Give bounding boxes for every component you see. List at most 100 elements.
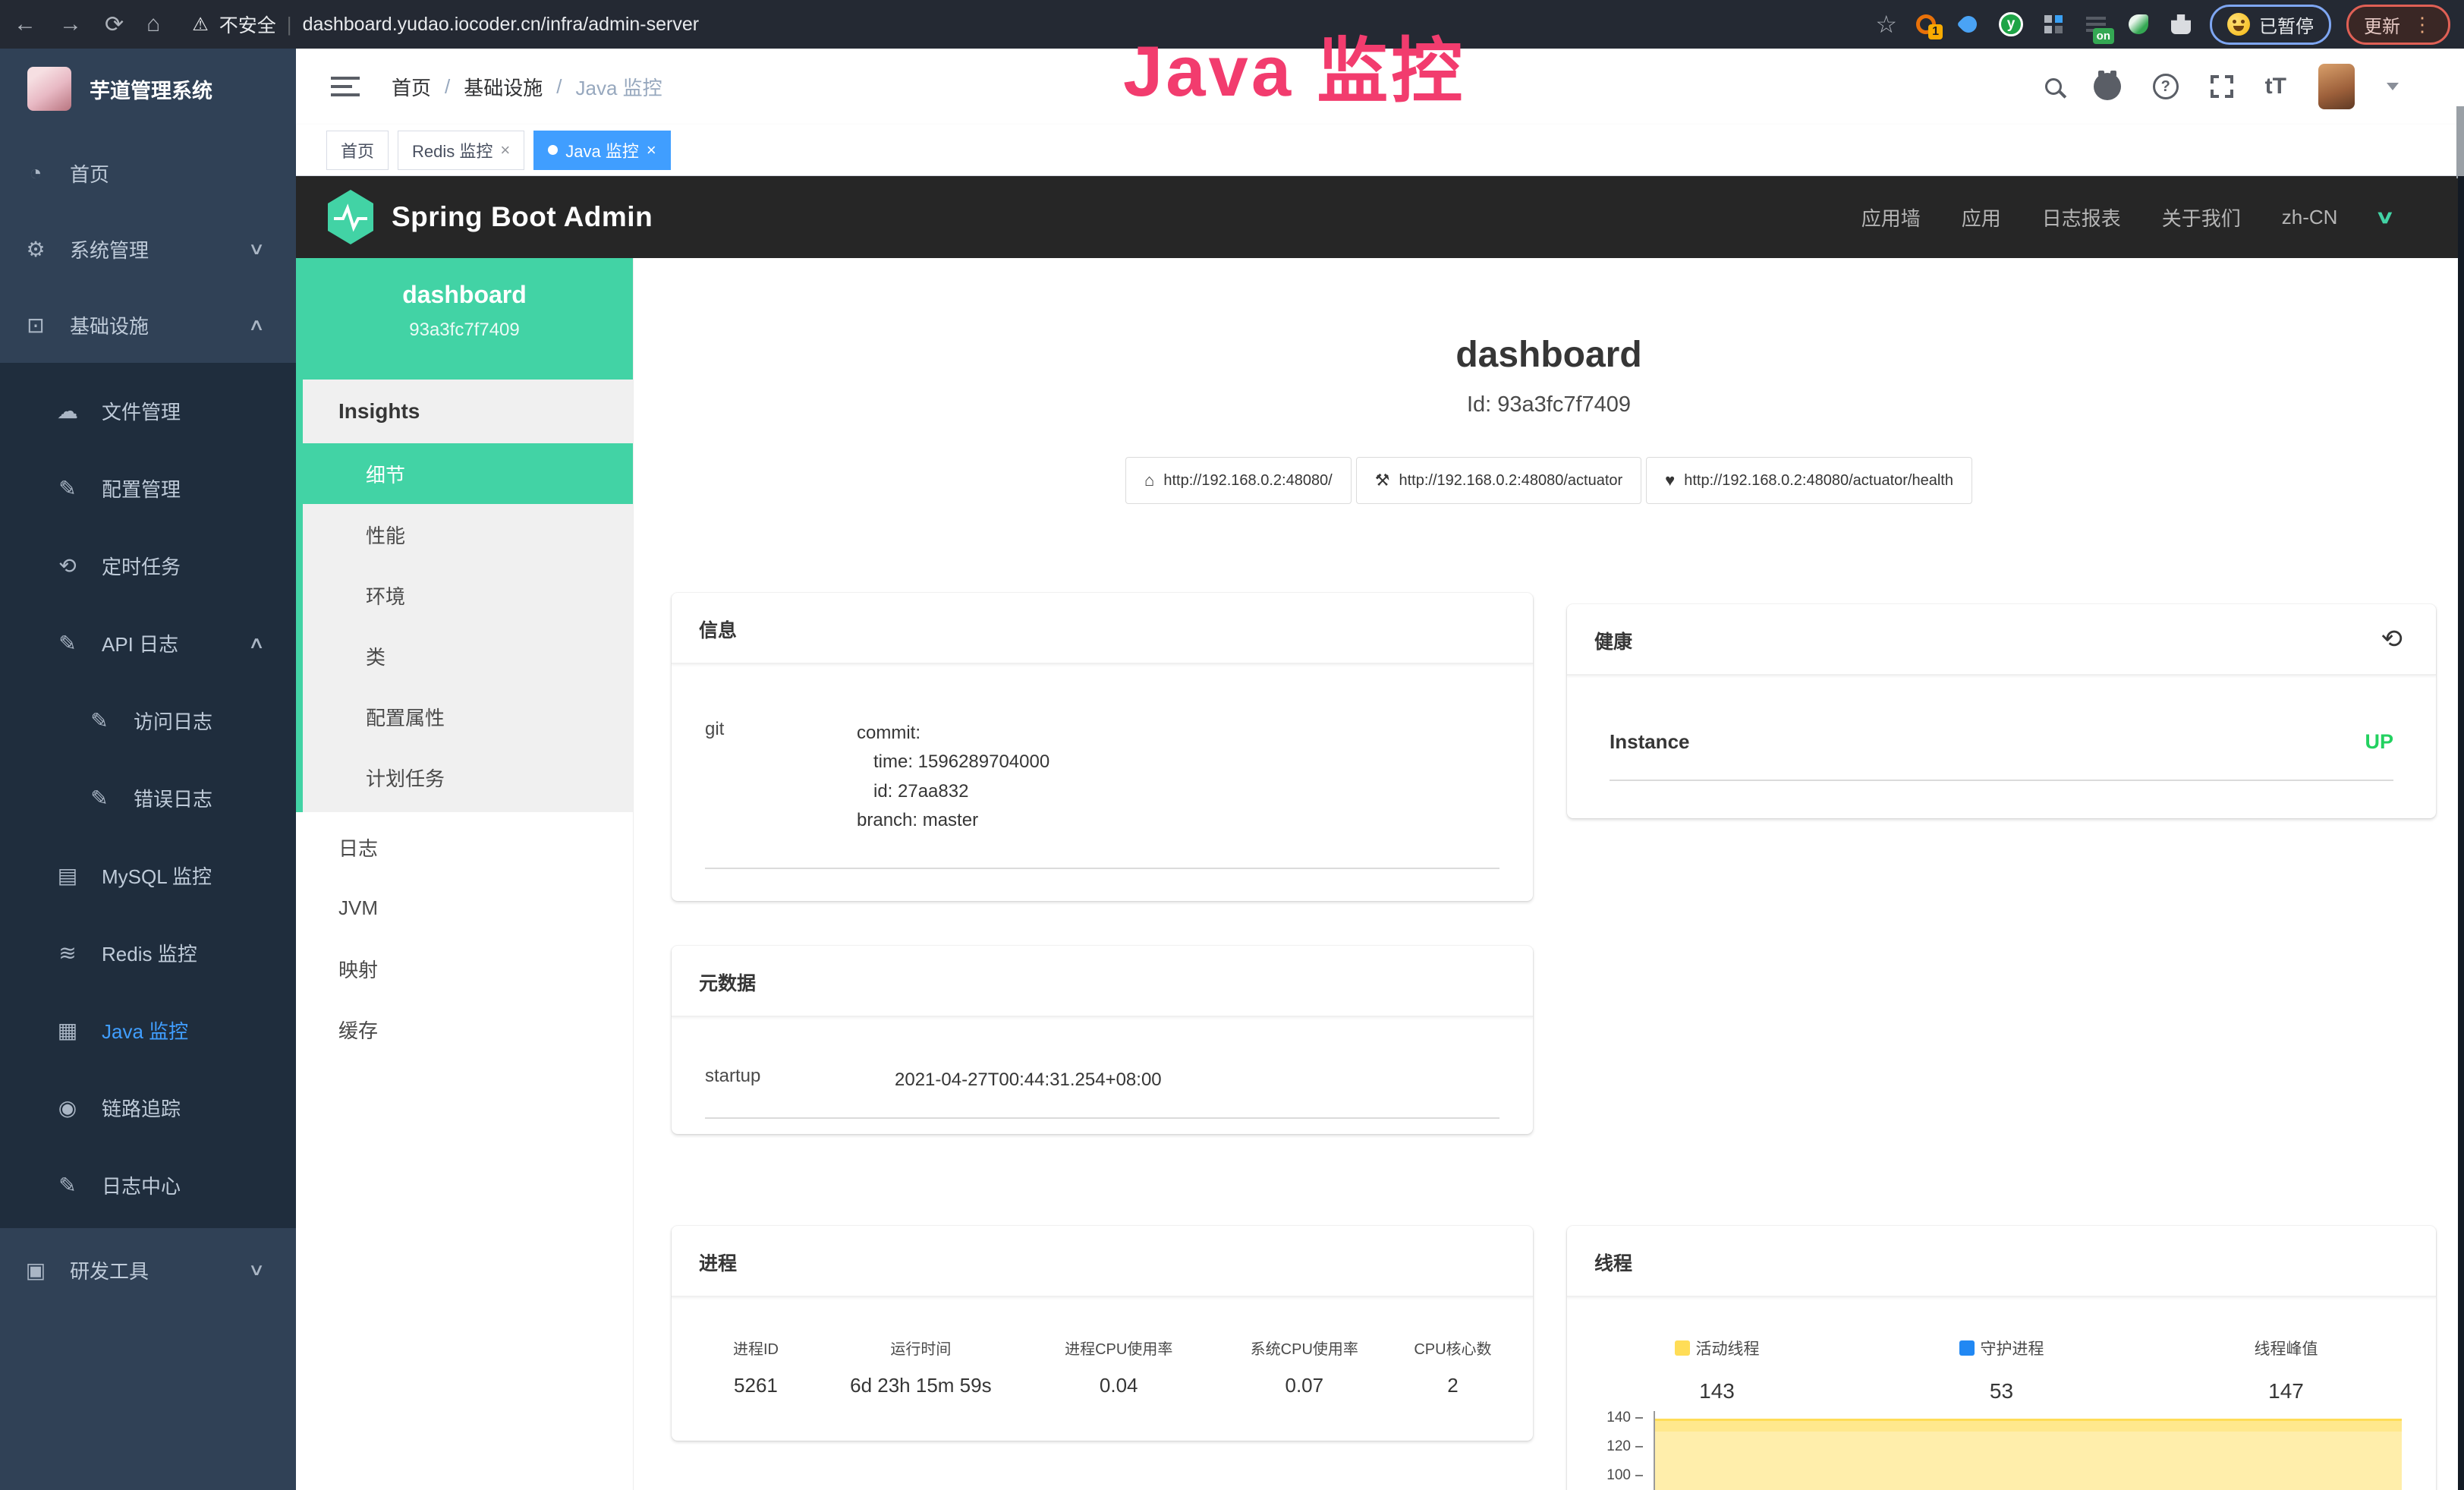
sba-nav-about[interactable]: 关于我们 (2162, 203, 2241, 232)
spring-boot-admin-logo-icon (326, 190, 375, 244)
not-secure-label[interactable]: 不安全 (219, 11, 276, 38)
sidebar-item-redis-monitor[interactable]: ≋ Redis 监控 (0, 914, 296, 991)
sidebar-item-home[interactable]: ◔ 首页 (0, 135, 296, 211)
sba-menu-scheduled-tasks[interactable]: 计划任务 (296, 747, 633, 808)
sidebar-item-java-monitor[interactable]: ▦ Java 监控 (0, 991, 296, 1069)
service-url-button[interactable]: ⌂ http://192.168.0.2:48080/ (1125, 457, 1352, 504)
help-icon[interactable]: ? (2153, 74, 2179, 99)
window-edge (2458, 176, 2464, 1490)
health-instance-row: Instance UP (1567, 676, 2436, 754)
cloud-upload-icon: ☁ (55, 398, 80, 424)
tab-redis-monitor[interactable]: Redis 监控 × (398, 131, 524, 170)
extension-pin-icon[interactable] (1955, 11, 1982, 38)
browser-forward-icon[interactable]: → (59, 11, 82, 37)
sba-root-menu: 日志 JVM 映射 缓存 (296, 812, 633, 1060)
extension-oneclick-icon[interactable]: 1 (1912, 11, 1940, 38)
sba-menu-classes[interactable]: 类 (296, 625, 633, 686)
breadcrumb-home[interactable]: 首页 (392, 73, 431, 101)
sidebar-item-error-logs[interactable]: ✎ 错误日志 (0, 759, 296, 836)
sidebar-item-log-center[interactable]: ✎ 日志中心 (0, 1146, 296, 1224)
extension-puzzle-icon[interactable] (2167, 11, 2195, 38)
sidebar-item-system[interactable]: ⚙ 系统管理 ∨ (0, 211, 296, 287)
process-card: 进程 进程ID 运行时间 进程CPU使用率 系统CPU使用率 CPU核心数 52… (672, 1226, 1533, 1441)
extension-on-icon[interactable]: on (2082, 11, 2110, 38)
sidebar-collapse-icon[interactable] (331, 75, 360, 98)
sba-nav-applications[interactable]: 应用 (1962, 203, 2001, 232)
legend-daemon-threads: 守护进程 (1959, 1337, 2044, 1359)
bookmark-star-icon[interactable]: ☆ (1875, 10, 1897, 39)
sba-menu-metrics[interactable]: 性能 (296, 504, 633, 565)
extension-leaf-icon[interactable] (2125, 11, 2152, 38)
wrench-icon: ⚒ (1375, 471, 1390, 490)
sidebar-item-api-logs[interactable]: ✎ API 日志 ∧ (0, 604, 296, 682)
update-label: 更新 (2364, 11, 2400, 38)
app-logo[interactable]: 芋道管理系统 (0, 49, 296, 129)
sidebar-item-file-management[interactable]: ☁ 文件管理 (0, 372, 296, 449)
user-avatar[interactable] (2318, 64, 2355, 109)
sba-menu-logs[interactable]: 日志 (296, 817, 633, 877)
extension-y-icon[interactable]: y (1997, 11, 2025, 38)
git-info-row: git commit: time: 1596289704000 id: 27aa… (672, 664, 1533, 836)
sba-brand-title: Spring Boot Admin (392, 201, 653, 233)
tab-java-monitor[interactable]: Java 监控 × (533, 131, 670, 170)
health-history-icon[interactable]: ⟲ (2381, 624, 2403, 654)
browser-update-button[interactable]: 更新 ⋮ (2346, 5, 2450, 45)
not-secure-warning-icon: ⚠ (192, 14, 209, 36)
briefcase-icon: ▣ (23, 1258, 49, 1283)
health-url-button[interactable]: ♥ http://192.168.0.2:48080/actuator/heal… (1646, 457, 1972, 504)
extension-grid-icon[interactable] (2040, 11, 2067, 38)
avatar-caret-down-icon[interactable] (2387, 83, 2399, 90)
threads-card: 线程 活动线程 守护进程 线程峰值 143 53 147 (1567, 1226, 2436, 1490)
browser-menu-icon[interactable]: ⋮ (2412, 13, 2433, 36)
sba-nav-journal[interactable]: 日志报表 (2042, 203, 2121, 232)
sba-menu-caches[interactable]: 缓存 (296, 999, 633, 1060)
sidebar-item-tracing[interactable]: ◉ 链路追踪 (0, 1069, 296, 1146)
sba-menu-mappings[interactable]: 映射 (296, 938, 633, 999)
sidebar-item-dev-tools[interactable]: ▣ 研发工具 ∨ (0, 1228, 296, 1312)
browser-back-icon[interactable]: ← (14, 11, 36, 37)
sba-menu-environment[interactable]: 环境 (296, 565, 633, 625)
browser-home-icon[interactable]: ⌂ (146, 11, 160, 37)
sidebar-item-mysql-monitor[interactable]: ▤ MySQL 监控 (0, 836, 296, 914)
locale-chevron-down-icon[interactable]: ∨ (2375, 206, 2395, 228)
process-col-cores: CPU核心数 (1391, 1337, 1515, 1359)
info-card-title: 信息 (672, 593, 1533, 664)
sba-menu-config-props[interactable]: 配置属性 (296, 686, 633, 747)
process-col-uptime: 运行时间 (822, 1337, 1020, 1359)
sidebar-item-infrastructure[interactable]: ⊡ 基础设施 ∧ (0, 287, 296, 363)
tab-home[interactable]: 首页 (326, 131, 389, 170)
sba-brand[interactable]: Spring Boot Admin (326, 190, 653, 244)
threads-values: 143 53 147 (1567, 1359, 2436, 1403)
sba-menu-details[interactable]: 细节 (296, 443, 633, 504)
chevron-up-icon: ∧ (248, 315, 266, 335)
sba-nav-wallboard[interactable]: 应用墙 (1861, 203, 1921, 232)
close-icon[interactable]: × (500, 140, 510, 160)
sidebar-item-config-management[interactable]: ✎ 配置管理 (0, 449, 296, 527)
paused-profile-chip[interactable]: 已暂停 (2210, 5, 2331, 45)
scrollbar-thumb[interactable] (2456, 106, 2464, 178)
url-text[interactable]: dashboard.yudao.iocoder.cn/infra/admin-s… (303, 14, 700, 36)
system-cpu-value: 0.07 (1218, 1374, 1391, 1397)
sba-instance-header[interactable]: dashboard 93a3fc7f7409 (296, 258, 633, 380)
breadcrumb-infrastructure[interactable]: 基础设施 (464, 73, 543, 101)
sba-locale-select[interactable]: zh-CN (2282, 206, 2338, 229)
github-icon[interactable] (2094, 73, 2121, 100)
gear-icon: ⚙ (23, 237, 49, 262)
close-icon[interactable]: × (647, 140, 656, 160)
row-divider (1610, 780, 2393, 781)
main-sidebar: 芋道管理系统 ◔ 首页 ⚙ 系统管理 ∨ ⊡ 基础设施 ∧ ☁ 文件管理 (0, 49, 296, 1490)
browser-reload-icon[interactable]: ⟳ (105, 11, 124, 38)
sidebar-submenu-infrastructure: ☁ 文件管理 ✎ 配置管理 ⟲ 定时任务 ✎ API 日志 ∧ ✎ (0, 363, 296, 1228)
chevron-up-icon: ∧ (248, 633, 266, 653)
threads-card-title: 线程 (1567, 1226, 2436, 1297)
sidebar-item-access-logs[interactable]: ✎ 访问日志 (0, 682, 296, 759)
address-bar[interactable]: ⚠ 不安全 | dashboard.yudao.iocoder.cn/infra… (192, 11, 699, 38)
fullscreen-icon[interactable] (2211, 75, 2233, 98)
history-icon: ⟲ (55, 553, 80, 578)
actuator-url-button[interactable]: ⚒ http://192.168.0.2:48080/actuator (1356, 457, 1641, 504)
sba-menu-jvm[interactable]: JVM (296, 877, 633, 938)
sidebar-item-scheduled-tasks[interactable]: ⟲ 定时任务 (0, 527, 296, 604)
search-icon[interactable] (2045, 78, 2062, 95)
font-size-icon[interactable]: tT (2265, 74, 2286, 99)
process-pid-value: 5261 (690, 1374, 822, 1397)
